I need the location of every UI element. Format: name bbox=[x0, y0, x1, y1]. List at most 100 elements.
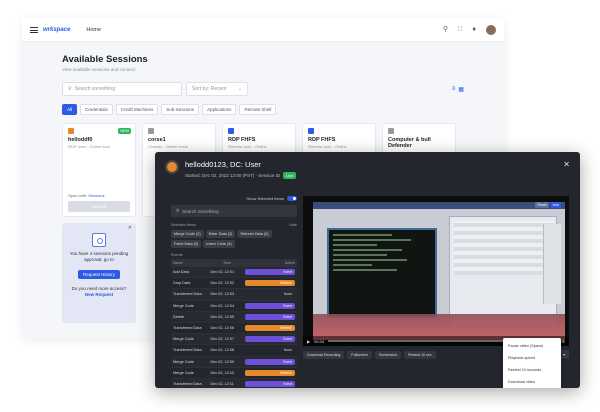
event-action-badge[interactable]: Event bbox=[245, 380, 295, 387]
table-row[interactable]: Add Data Dec 02, 12:01 Event bbox=[171, 267, 297, 279]
show-selected-toggle-row: Show Selected Items bbox=[171, 196, 297, 201]
rewind-button[interactable]: Rewind 10 sec bbox=[404, 350, 436, 359]
menu-item[interactable]: Rewind 10 seconds bbox=[503, 364, 561, 376]
event-action-badge[interactable]: Event bbox=[245, 313, 295, 320]
apps-grid-icon[interactable]: ∷ bbox=[458, 26, 462, 33]
top-bar: wrkspace Home ⚲ ∷ ♦ bbox=[22, 18, 504, 42]
card-subtitle: Remote User - Online bbox=[228, 144, 267, 149]
event-time: Dec 02, 12:05 bbox=[210, 314, 235, 319]
reset-button[interactable]: Reset bbox=[535, 202, 549, 208]
screenshot-button[interactable]: Screenshot bbox=[374, 350, 402, 359]
event-action-badge[interactable]: Refresh bbox=[245, 280, 295, 287]
tag[interactable]: Insert Code (4) bbox=[203, 240, 235, 248]
menu-item[interactable]: Download video bbox=[503, 376, 561, 388]
table-row[interactable]: Transferred Data Dec 02, 12:06 Refresh bbox=[171, 323, 297, 335]
card-footer: Open with: Sessions bbox=[68, 193, 105, 198]
table-row[interactable]: Transferred Data Dec 02, 12:03 None bbox=[171, 289, 297, 301]
event-time: Dec 02, 12:04 bbox=[210, 303, 235, 308]
table-row[interactable]: Transferred Data Dec 02, 12:08 None bbox=[171, 345, 297, 357]
event-action-badge[interactable]: Event bbox=[245, 358, 295, 365]
session-icon bbox=[148, 128, 154, 134]
table-row[interactable]: Merge Code Dec 02, 12:04 Event bbox=[171, 301, 297, 312]
session-card[interactable]: NEW helloddf0 RDP User - Online host Ope… bbox=[62, 123, 136, 217]
events-table-header: Name Time Action bbox=[171, 259, 297, 267]
chip-credit-machines[interactable]: Credit Machines bbox=[115, 104, 159, 115]
table-row[interactable]: Delete Dec 02, 12:05 Event bbox=[171, 311, 297, 323]
card-title: helloddf0 bbox=[68, 137, 93, 143]
menu-item[interactable]: Playback speed bbox=[503, 352, 561, 364]
page-title: Available Sessions bbox=[62, 54, 148, 65]
request-history-button[interactable]: Request History bbox=[77, 269, 120, 279]
tag[interactable]: Merge Code (2) bbox=[171, 230, 204, 238]
category-chips: All Credentials Credit Machines Sub-Sess… bbox=[62, 104, 464, 115]
modal-header: hellodd0123, DC: User Started: Dec 02, 2… bbox=[155, 152, 580, 186]
menu-icon[interactable] bbox=[30, 26, 38, 33]
chip-applications[interactable]: Applications bbox=[202, 104, 237, 115]
chip-credentials[interactable]: Credentials bbox=[80, 104, 113, 115]
fullscreen-button[interactable]: Fullscreen bbox=[347, 350, 372, 359]
event-name: Merge Code bbox=[173, 370, 194, 375]
new-request-link[interactable]: New Request bbox=[66, 292, 132, 297]
search-icon[interactable]: ⚲ bbox=[443, 26, 448, 33]
event-action-badge[interactable]: Refresh bbox=[245, 325, 295, 332]
hide-link[interactable]: Hide bbox=[289, 223, 297, 227]
event-name: Transferred Data bbox=[173, 326, 202, 331]
menu-item[interactable]: Pause video (Space) bbox=[503, 340, 561, 352]
selected-tags: Merge Code (2) Enter Data (3) Refresh Da… bbox=[171, 230, 297, 248]
settings-icon[interactable]: ⚙ bbox=[561, 339, 565, 344]
event-time: Dec 02, 12:10 bbox=[210, 370, 235, 375]
tag[interactable]: Fetch Data (3) bbox=[171, 240, 202, 248]
table-row[interactable]: Merge Code Dec 02, 12:07 Event bbox=[171, 334, 297, 346]
event-name: Merge Code bbox=[173, 303, 194, 308]
play-icon[interactable]: ▶ bbox=[307, 339, 310, 344]
table-row[interactable]: Transferred Data Dec 02, 12:11 Event bbox=[171, 378, 297, 388]
card-link[interactable]: Sessions bbox=[88, 193, 104, 198]
grid-view-icon[interactable]: ▦ bbox=[458, 86, 464, 93]
card-title: RDP FHFS bbox=[228, 137, 256, 143]
terminal-window bbox=[327, 228, 437, 318]
logo: wrkspace bbox=[43, 26, 71, 33]
table-row[interactable]: Merge Code Dec 02, 12:09 Event bbox=[171, 356, 297, 368]
user-avatar[interactable] bbox=[486, 24, 496, 35]
sort-dropdown[interactable]: Sort by: Recent ⌄ bbox=[186, 82, 248, 96]
status-badge: Live bbox=[283, 172, 297, 179]
tag[interactable]: Enter Data (3) bbox=[205, 230, 236, 238]
events-search-input[interactable]: ⚲ Search something bbox=[171, 205, 297, 217]
video-time: 00:04 bbox=[314, 338, 325, 344]
chip-all[interactable]: All bbox=[62, 104, 78, 115]
events-label: Events bbox=[171, 253, 183, 257]
close-icon[interactable]: ✕ bbox=[128, 225, 132, 231]
event-action-badge[interactable]: Event bbox=[245, 302, 295, 309]
event-action-badge[interactable]: None bbox=[245, 291, 295, 297]
chip-remote-shell[interactable]: Remote Shell bbox=[239, 104, 277, 115]
notification-bell-icon[interactable]: ♦ bbox=[472, 26, 476, 33]
close-icon[interactable]: ✕ bbox=[563, 160, 570, 169]
nav-home-link[interactable]: Home bbox=[86, 27, 101, 33]
chip-sub-sessions[interactable]: Sub-Sessions bbox=[161, 104, 200, 115]
events-table-body: Add Data Dec 02, 12:01 Event Drop Data Dec 0… bbox=[171, 267, 297, 388]
launch-button[interactable]: Launch bbox=[68, 201, 130, 212]
event-time: Dec 02, 12:02 bbox=[210, 281, 235, 286]
live-button[interactable]: Live bbox=[550, 202, 561, 208]
table-row[interactable]: Merge Code Dec 02, 12:10 Refresh bbox=[171, 368, 297, 379]
recording-panel: Reset Live ▶ 00:04 ⚙ Pause video (Space)… bbox=[303, 196, 569, 388]
search-icon: ⚲ bbox=[68, 86, 72, 92]
event-action-badge[interactable]: Event bbox=[245, 336, 295, 343]
show-selected-toggle[interactable] bbox=[287, 196, 297, 201]
event-name: Merge Code bbox=[173, 337, 194, 342]
tag[interactable]: Refresh Data (2) bbox=[237, 230, 272, 238]
event-time: Dec 02, 12:07 bbox=[210, 337, 235, 342]
event-action-badge[interactable]: Refresh bbox=[245, 369, 295, 376]
chevron-down-icon: ▾ bbox=[563, 353, 565, 357]
event-name: Add Data bbox=[173, 270, 189, 275]
search-input[interactable]: ⚲ Search something bbox=[62, 82, 182, 96]
list-view-icon[interactable]: ≡ bbox=[452, 86, 456, 93]
download-recording-button[interactable]: Download Recording bbox=[303, 350, 345, 359]
event-time: Dec 02, 12:11 bbox=[210, 381, 234, 386]
event-action-badge[interactable]: Event bbox=[245, 269, 295, 276]
session-video-player[interactable]: Reset Live ▶ 00:04 ⚙ bbox=[303, 196, 569, 346]
card-title: Computer & bull Defender bbox=[388, 137, 431, 149]
event-action-badge[interactable]: None bbox=[245, 347, 295, 353]
table-row[interactable]: Drop Data Dec 02, 12:02 Refresh bbox=[171, 278, 297, 290]
card-title: RDP FHFS bbox=[308, 137, 336, 143]
